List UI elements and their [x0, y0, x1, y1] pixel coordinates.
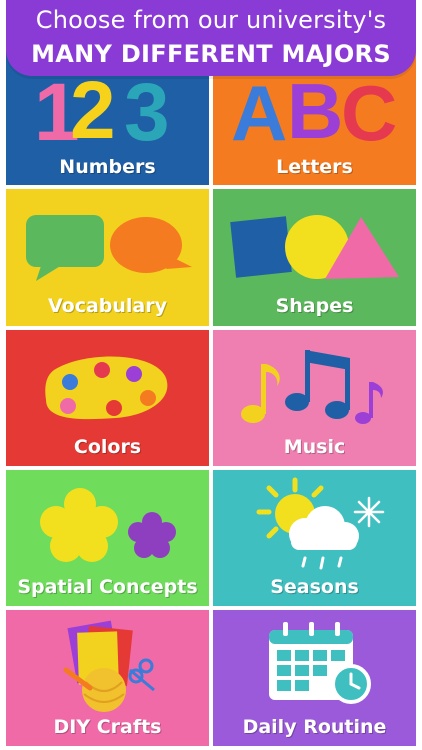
svg-text:2: 2: [70, 65, 116, 156]
promo-banner: Choose from our university's MANY DIFFER…: [6, 0, 416, 76]
tile-seasons[interactable]: Seasons: [213, 470, 416, 606]
tile-label-spatial-concepts: Spatial Concepts: [17, 576, 198, 598]
banner-line-1: Choose from our university's: [35, 6, 387, 34]
tile-label-shapes: Shapes: [275, 295, 354, 317]
tile-label-numbers: Numbers: [59, 156, 156, 178]
tile-label-music: Music: [283, 436, 346, 458]
tile-diy-crafts[interactable]: DIY Crafts: [6, 610, 209, 746]
tile-label-seasons: Seasons: [270, 576, 359, 598]
tile-shapes[interactable]: Shapes: [213, 189, 416, 326]
tile-vocabulary[interactable]: Vocabulary: [6, 189, 209, 326]
svg-text:3: 3: [124, 67, 170, 158]
tile-label-letters: Letters: [276, 156, 353, 178]
tile-label-daily-routine: Daily Routine: [242, 716, 387, 738]
tile-daily-routine[interactable]: Daily Routine: [213, 610, 416, 746]
tile-label-vocabulary: Vocabulary: [47, 295, 168, 317]
tile-music[interactable]: Music: [213, 330, 416, 466]
svg-text:B: B: [287, 67, 343, 155]
svg-text:A: A: [231, 69, 287, 157]
topics-grid: 1 2 3 Numbers A B C Letters Vocabulary S…: [0, 0, 422, 750]
tile-label-diy-crafts: DIY Crafts: [53, 716, 162, 738]
tile-spatial-concepts[interactable]: Spatial Concepts: [6, 470, 209, 606]
tile-colors[interactable]: Colors: [6, 330, 209, 466]
tile-label-colors: Colors: [73, 436, 142, 458]
svg-text:C: C: [341, 69, 397, 157]
banner-line-2: MANY DIFFERENT MAJORS: [31, 40, 391, 68]
